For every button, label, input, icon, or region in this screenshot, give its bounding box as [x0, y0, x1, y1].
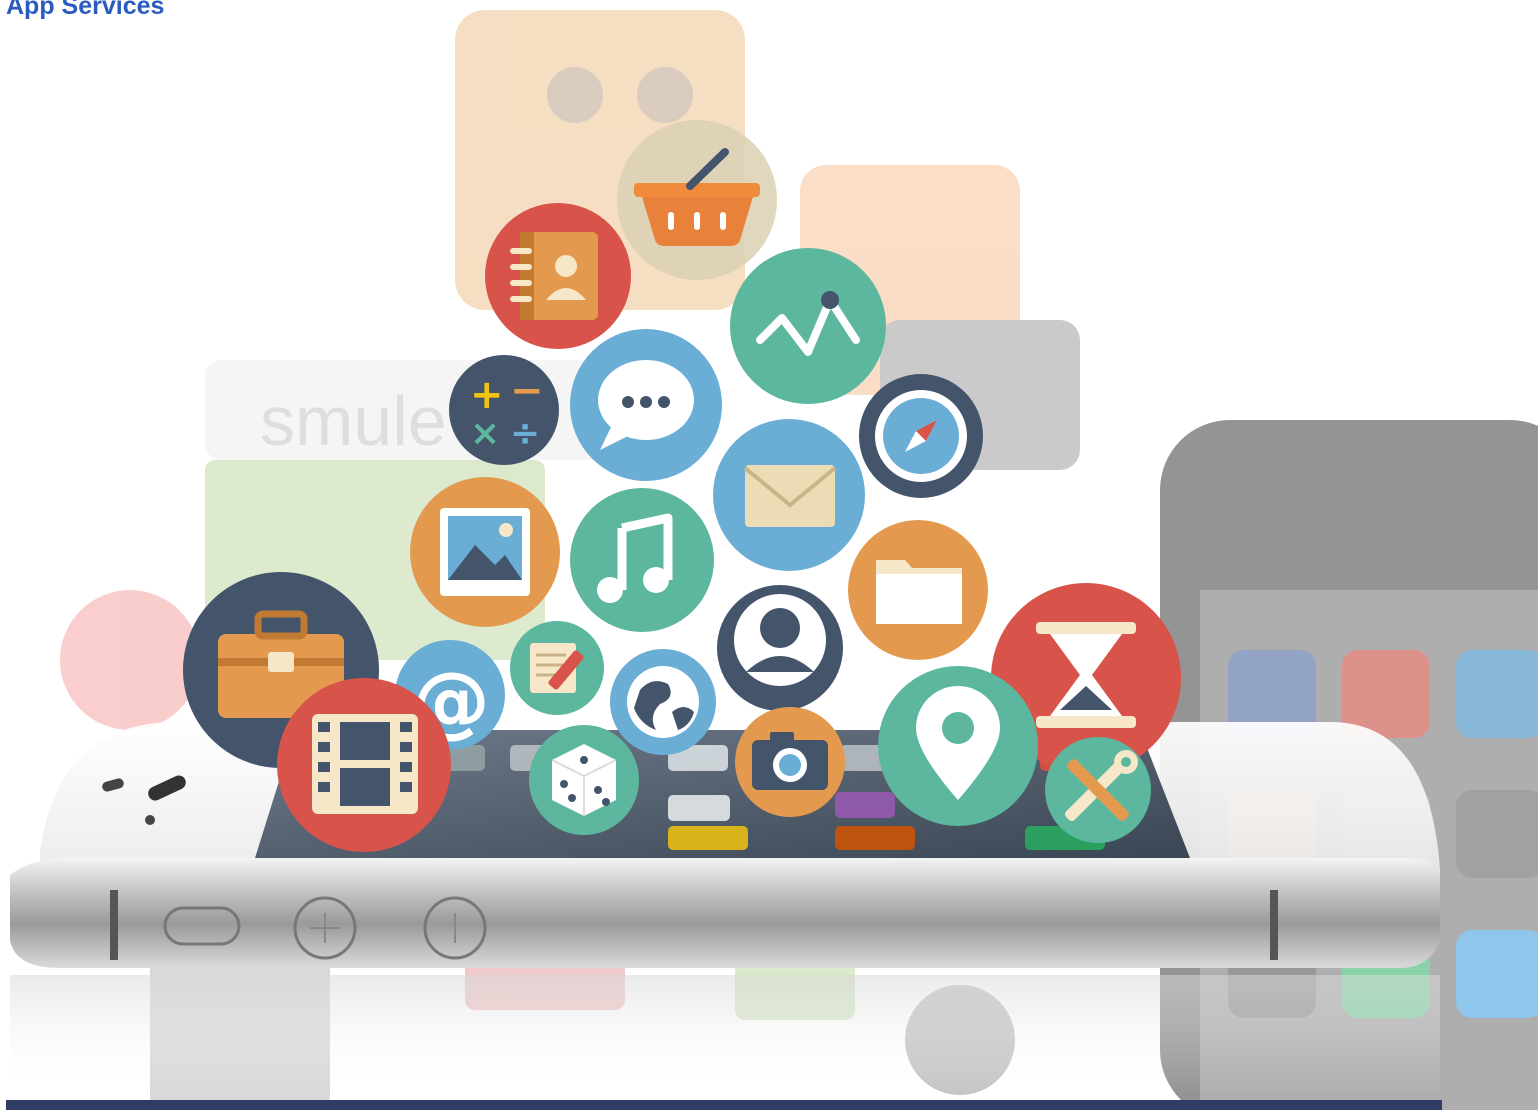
hero-image: smule + − × ÷ @	[10, 10, 1538, 1110]
music-note-icon	[570, 488, 714, 632]
camera-icon	[735, 707, 845, 817]
svg-text:×: ×	[470, 413, 500, 454]
folder-icon	[848, 520, 988, 660]
chat-bubble-icon	[570, 329, 722, 481]
globe-icon	[610, 649, 716, 755]
picture-icon	[410, 477, 560, 627]
calculator-icon: + − × ÷	[449, 355, 559, 465]
analytics-chart-icon	[730, 248, 886, 404]
bg-smule-label: smule	[260, 382, 447, 460]
user-profile-icon	[717, 585, 843, 711]
page-title: App Services	[6, 0, 165, 20]
shopping-basket-icon	[617, 120, 777, 280]
svg-text:+: +	[470, 372, 504, 418]
notepad-pencil-icon	[510, 621, 604, 715]
svg-text:−: −	[510, 368, 544, 414]
page: smule + − × ÷ @ App Services	[0, 0, 1538, 1110]
address-book-icon	[485, 203, 631, 349]
bottom-bar	[6, 1100, 1442, 1110]
mail-icon	[713, 419, 865, 571]
film-strip-icon	[277, 678, 451, 852]
wrench-screwdriver-icon	[1045, 737, 1151, 843]
dice-icon	[529, 725, 639, 835]
map-pin-icon	[878, 666, 1038, 826]
compass-icon	[859, 374, 983, 498]
phone-illustration	[10, 721, 1440, 1095]
svg-text:÷: ÷	[510, 413, 540, 454]
